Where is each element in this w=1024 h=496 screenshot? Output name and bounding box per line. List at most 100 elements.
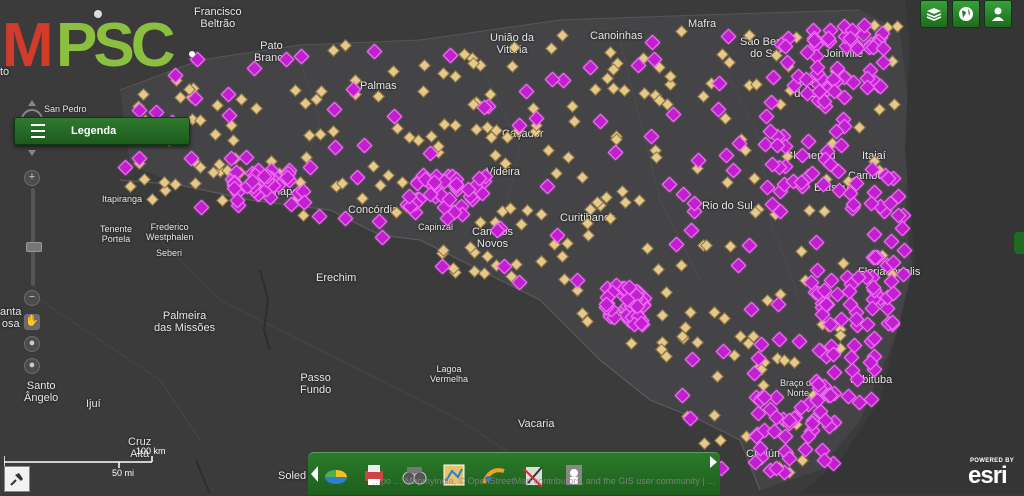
place-label-tenente-portela: Tenente Portela [100, 224, 132, 244]
place-label-line1: Soled [278, 470, 307, 482]
place-label-line1: Brusque [814, 182, 855, 194]
user-button[interactable] [984, 0, 1012, 28]
scale-mi-label: 50 mi [112, 468, 135, 478]
place-label-line1: Lages [612, 304, 642, 316]
pin-button[interactable] [4, 466, 30, 492]
place-label-line1: União da [490, 32, 535, 44]
next-extent-button[interactable]: ● [24, 358, 40, 374]
place-label-curitibanos: Curitibanos [560, 212, 616, 224]
place-label-soledade: Soled [278, 470, 306, 482]
map-attribution: …po … Mapmyindia, © OpenStreetMap contri… [372, 476, 717, 486]
place-label-jaragua: Jaraguá do Sul [790, 76, 830, 100]
place-label-line2: das Missões [154, 322, 216, 334]
layers-button[interactable] [920, 0, 948, 28]
chevron-right-icon[interactable] [708, 455, 718, 469]
place-label-line1: Lagoa [436, 364, 462, 374]
zoom-slider-knob[interactable] [26, 242, 42, 252]
place-label-line1: Rio do Sul [702, 200, 753, 212]
place-label-blumenau: Blumenau [786, 150, 836, 162]
place-label-videira: Videira [486, 166, 520, 178]
place-label-santo-angelo: Santo Ângelo [24, 380, 58, 404]
place-label-line1: Caçador [502, 128, 544, 140]
place-label-line2: Novos [476, 238, 509, 250]
place-label-itapiranga: Itapiranga [102, 194, 142, 204]
place-label-line1: Passo [300, 372, 331, 384]
place-label-line1: Capinzal [418, 222, 454, 232]
legend-panel-header[interactable]: Legenda [14, 117, 190, 145]
place-label-camboriu: Camboriú [848, 170, 896, 182]
place-label-florianopolis: Florianópolis [858, 266, 920, 278]
place-label-line2: Fundo [300, 384, 332, 396]
globe-icon [959, 7, 973, 21]
place-label-line1: Curitibanos [560, 212, 616, 224]
previous-extent-button[interactable]: ● [24, 336, 40, 352]
place-label-line1: Vacaria [518, 418, 555, 430]
pie-chart-icon [325, 470, 347, 484]
place-label-san-pedro: San Pedro [44, 104, 87, 114]
place-label-line1: Concórdia [348, 204, 399, 216]
layers-icon [926, 8, 942, 21]
place-label-lages: Lages [612, 304, 642, 316]
zoom-slider-track[interactable] [31, 188, 35, 286]
mpsc-logo: M PSC [2, 8, 202, 80]
place-label-line1: Braço do [780, 378, 817, 388]
place-label-line1: São Bento [740, 36, 792, 48]
place-label-passo-fundo: Passo Fundo [300, 372, 331, 396]
user-icon [992, 7, 1004, 21]
place-label-line2: Branco [254, 52, 289, 64]
place-label-criciuma: Criciúma [746, 448, 789, 460]
place-label-chapeco: Chapecó [266, 186, 310, 198]
place-label-canoinhas: Canoinhas [590, 30, 643, 42]
place-label-line2: do Sul [794, 88, 826, 100]
place-label-line1: Chapecó [266, 186, 311, 198]
legend-list-icon [27, 122, 53, 140]
place-label-line2: Beltrão [200, 18, 236, 30]
place-label-line1: Florianópolis [858, 266, 921, 278]
place-label-line1: Ijuí [86, 398, 101, 410]
place-label-line1: Palmeira [162, 310, 207, 322]
place-label-campos-novos: Campos Novos [472, 226, 513, 250]
chart-tool[interactable] [322, 461, 350, 489]
place-label-line1: Itajaí [862, 150, 886, 162]
svg-text:PSC: PSC [56, 11, 175, 78]
place-label-line1: Seberi [156, 248, 183, 258]
place-label-concordia: Concórdia [348, 204, 398, 216]
place-label-line1: Tenente [100, 224, 133, 234]
place-label-vacaria: Vacaria [518, 418, 554, 430]
scale-km-label: 100 km [136, 446, 166, 456]
place-label-line1: Criciúma [746, 448, 790, 460]
place-label-brusque: Brusque [814, 182, 855, 194]
place-label-capinzal: Capinzal [418, 222, 453, 232]
place-label-line1: Blumenau [786, 150, 836, 162]
place-label-line2: Portela [101, 234, 131, 244]
place-label-seberi: Seberi [156, 248, 182, 258]
place-label-imbituba: Imbituba [850, 374, 892, 386]
legend-title: Legenda [71, 125, 117, 137]
pan-hand-button[interactable]: ✋ [24, 314, 40, 330]
svg-text:M: M [2, 11, 50, 78]
zoom-out-button[interactable]: − [24, 290, 40, 306]
top-right-toolbar [920, 0, 1012, 28]
place-label-line1: Frederico [150, 222, 189, 232]
place-label-line2: Vitória [496, 44, 528, 56]
place-label-line2: Westphalen [146, 232, 194, 242]
pushpin-icon [10, 473, 23, 486]
place-label-erechim: Erechim [316, 272, 356, 284]
place-label-pato-branco: Pato Branco [254, 40, 289, 64]
place-label-cacador: Caçador [502, 128, 544, 140]
place-label-line1: Santo [26, 380, 56, 392]
zoom-in-button[interactable]: + [24, 170, 40, 186]
place-label-line1: Erechim [316, 272, 357, 284]
place-label-uniao-da-vitoria: União da Vitória [490, 32, 534, 56]
place-label-line1: Canoinhas [590, 30, 643, 42]
side-panel-tab[interactable] [1014, 232, 1024, 254]
place-label-joinville: Joinville [824, 48, 863, 60]
place-label-line1: Jaraguá [790, 76, 830, 88]
chevron-left-icon[interactable] [310, 465, 320, 483]
esri-logo: POWERED BY esri [966, 456, 1022, 490]
place-label-line1: Campos [472, 226, 513, 238]
basemap-button[interactable] [952, 0, 980, 28]
place-label-palmas: Palmas [360, 80, 397, 92]
place-label-sao-bento: São Bento do Sul [740, 36, 791, 60]
place-label-line1: Joinville [824, 48, 864, 60]
